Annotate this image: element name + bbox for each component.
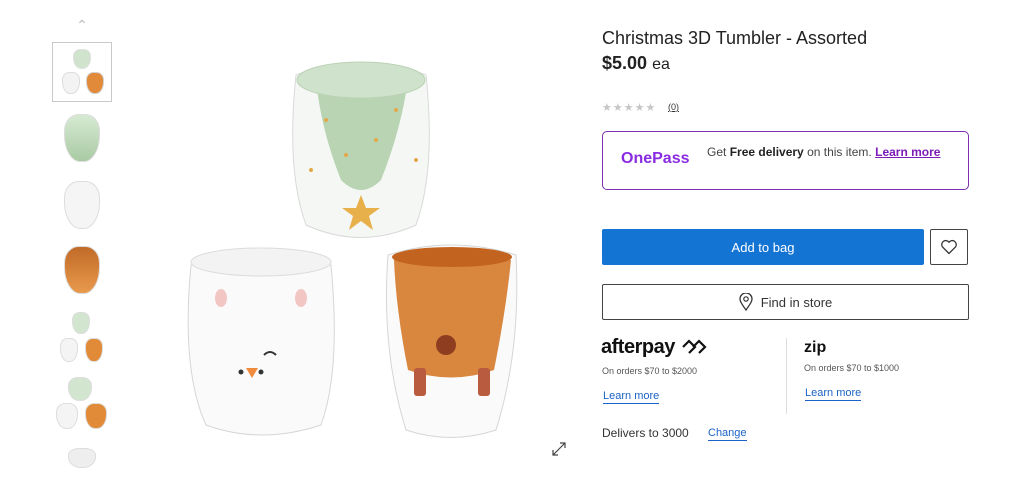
afterpay-note: On orders $70 to $2000 bbox=[602, 366, 698, 376]
onepass-free-delivery: Free delivery bbox=[729, 145, 804, 159]
thumbnail-white-bunny[interactable] bbox=[52, 175, 112, 235]
price-value: $5.00 bbox=[602, 53, 648, 73]
wishlist-button[interactable] bbox=[930, 229, 968, 265]
delivery-location: Delivers to 3000 bbox=[602, 426, 689, 440]
payment-divider bbox=[786, 338, 787, 414]
thumbnail-set-3[interactable] bbox=[52, 373, 112, 433]
thumbnail-set[interactable] bbox=[52, 42, 112, 102]
thumbnail-set-2[interactable] bbox=[52, 308, 112, 368]
zip-learn-more-link[interactable]: Learn more bbox=[805, 387, 862, 401]
review-count-link[interactable]: (0) bbox=[668, 102, 679, 112]
afterpay-arrows-icon bbox=[682, 339, 707, 354]
thumbnail-green-tree[interactable] bbox=[52, 108, 112, 168]
find-in-store-button[interactable]: Find in store bbox=[602, 284, 969, 320]
afterpay-learn-more-link[interactable]: Learn more bbox=[603, 390, 660, 404]
zip-note: On orders $70 to $1000 bbox=[804, 363, 900, 373]
onepass-text-prefix: Get bbox=[707, 145, 730, 159]
add-to-bag-button[interactable]: Add to bag bbox=[602, 229, 924, 265]
heart-icon bbox=[941, 239, 957, 255]
main-product-image bbox=[176, 50, 546, 450]
onepass-learn-more-link[interactable]: Learn more bbox=[875, 145, 940, 159]
rating-stars: ★★★★★ bbox=[602, 102, 657, 114]
afterpay-logo: afterpay bbox=[601, 336, 708, 359]
thumbnail-orange-reindeer[interactable] bbox=[52, 242, 112, 302]
find-in-store-label: Find in store bbox=[760, 294, 833, 310]
price-unit: ea bbox=[652, 56, 670, 73]
thumbnail-scroll-up-icon[interactable]: ⌃ bbox=[74, 18, 90, 32]
onepass-banner: OnePass Get Free delivery on this item. … bbox=[602, 131, 969, 190]
afterpay-logo-text: afterpay bbox=[601, 336, 675, 358]
location-pin-icon bbox=[739, 293, 753, 311]
thumbnail-7[interactable] bbox=[52, 440, 112, 500]
zip-logo: zip bbox=[804, 339, 827, 356]
onepass-logo: OnePass bbox=[621, 150, 690, 167]
onepass-message: Get Free delivery on this item. Learn mo… bbox=[707, 146, 957, 159]
expand-image-icon[interactable] bbox=[550, 440, 568, 458]
onepass-text-suffix: on this item. bbox=[803, 145, 876, 159]
product-price: $5.00 ea bbox=[602, 53, 670, 74]
change-location-link[interactable]: Change bbox=[708, 427, 747, 441]
product-title: Christmas 3D Tumbler - Assorted bbox=[602, 28, 868, 48]
